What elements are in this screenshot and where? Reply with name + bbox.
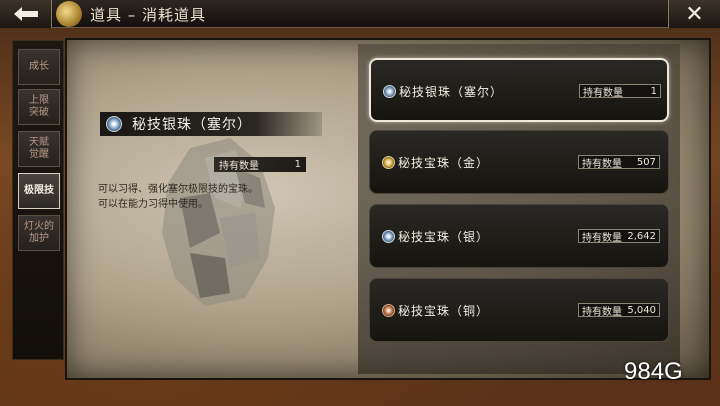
selected-item-name: 秘技银珠（塞尔） <box>132 117 252 133</box>
tab-limit-break[interactable]: 上限 突破 <box>18 89 60 125</box>
close-button[interactable]: ✕ <box>668 0 720 28</box>
item-name: 秘技宝珠（铜） <box>398 304 490 318</box>
item-card[interactable]: 秘技宝珠（银） 持有数量 2,642 <box>369 204 669 268</box>
item-name: 秘技宝珠（金） <box>398 156 490 170</box>
item-card[interactable]: 秘技银珠（塞尔） 持有数量 1 <box>369 58 669 122</box>
quantity-value: 5,040 <box>627 304 656 316</box>
item-quantity: 持有数量 507 <box>578 155 660 170</box>
top-bar: 道具 – 消耗道具 ✕ <box>0 0 720 28</box>
item-bag-icon <box>56 1 82 27</box>
page-title: 道具 – 消耗道具 <box>90 6 207 24</box>
item-description: 可以习得、强化塞尔极限技的宝珠。 可以在能力习得中使用。 <box>98 184 258 210</box>
gold-orb-icon <box>382 156 395 169</box>
tab-limit-skill[interactable]: 极限技 <box>18 173 60 209</box>
silver-orb-icon <box>382 230 395 243</box>
quantity-label: 持有数量 <box>582 232 622 244</box>
selected-item-header: 秘技银珠（塞尔） <box>100 112 322 136</box>
item-quantity: 持有数量 1 <box>579 84 661 99</box>
item-card[interactable]: 秘技宝珠（铜） 持有数量 5,040 <box>369 278 669 342</box>
quantity-value: 2,642 <box>627 230 656 242</box>
item-card[interactable]: 秘技宝珠（金） 持有数量 507 <box>369 130 669 194</box>
back-arrow-icon <box>13 7 38 21</box>
silver-orb-icon <box>383 85 396 98</box>
item-quantity: 持有数量 5,040 <box>578 303 660 318</box>
category-tabs: 成长 上限 突破 天赋 觉醒 极限技 灯火的 加护 <box>12 40 64 360</box>
item-name: 秘技银珠（塞尔） <box>399 85 504 99</box>
quantity-value: 507 <box>636 156 656 168</box>
quantity-label: 持有数量 <box>582 306 622 318</box>
tab-lantern-blessing[interactable]: 灯火的 加护 <box>18 215 60 251</box>
quantity-label: 持有数量 <box>219 161 259 172</box>
selected-item-quantity: 持有数量 1 <box>214 157 306 172</box>
watermark: 984G <box>624 358 683 385</box>
item-quantity: 持有数量 2,642 <box>578 229 660 244</box>
quantity-label: 持有数量 <box>583 87 623 99</box>
tab-talent-awakening[interactable]: 天赋 觉醒 <box>18 131 60 167</box>
bronze-orb-icon <box>382 304 395 317</box>
tab-growth[interactable]: 成长 <box>18 49 60 85</box>
quantity-label: 持有数量 <box>582 158 622 170</box>
quantity-value: 1 <box>650 85 657 97</box>
quantity-value: 1 <box>294 159 301 170</box>
silver-orb-icon <box>106 116 122 132</box>
item-name: 秘技宝珠（银） <box>398 230 490 244</box>
back-button[interactable] <box>0 0 52 28</box>
